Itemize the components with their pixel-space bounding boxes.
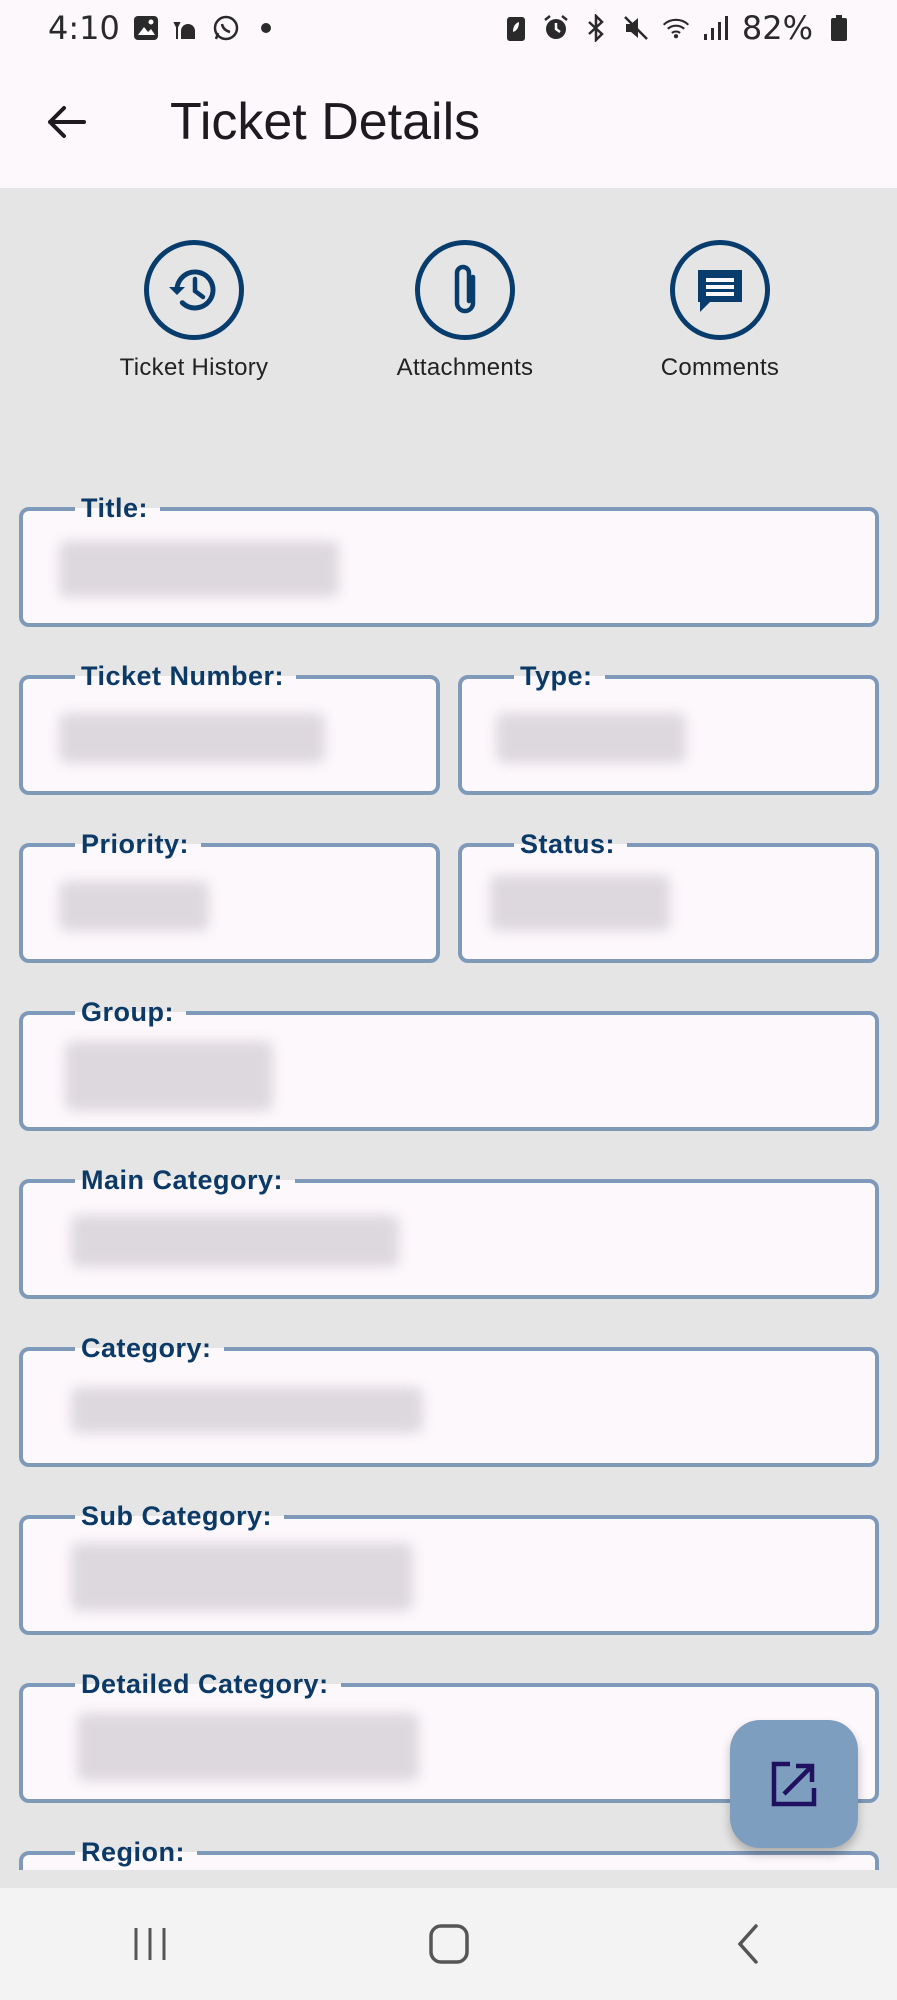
- bluetooth-icon: [582, 14, 610, 42]
- history-icon: [144, 240, 244, 340]
- paperclip-icon: [415, 240, 515, 340]
- home-icon: [428, 1924, 469, 1964]
- open-in-new-icon: [771, 1761, 817, 1807]
- ticket-actions: Ticket History Attachments Comments: [0, 240, 897, 382]
- priority-label: Priority:: [75, 827, 202, 861]
- chevron-left-icon: [737, 1924, 758, 1964]
- title-value-redacted: [59, 541, 339, 597]
- group-field[interactable]: Group:: [19, 995, 879, 1131]
- signal-icon: [702, 14, 730, 42]
- comments-button[interactable]: Comments: [620, 240, 820, 382]
- arrow-left-icon: [48, 106, 86, 138]
- whatsapp-icon: [212, 14, 240, 42]
- sub-category-value-redacted: [71, 1543, 413, 1611]
- mute-icon: [622, 14, 650, 42]
- type-field[interactable]: Type:: [458, 659, 879, 795]
- battery-saver-icon: [502, 14, 530, 42]
- region-field[interactable]: Region:: [19, 1835, 879, 1870]
- main-category-value-redacted: [71, 1215, 399, 1267]
- title-label: Title:: [75, 491, 161, 525]
- status-bar: 4:10 82%: [0, 0, 897, 56]
- ticket-history-button[interactable]: Ticket History: [94, 240, 294, 382]
- type-label: Type:: [514, 659, 605, 693]
- alarm-icon: [542, 14, 570, 42]
- region-label: Region:: [75, 1835, 197, 1869]
- category-label: Category:: [75, 1331, 224, 1365]
- title-field[interactable]: Title:: [19, 491, 879, 627]
- recent-apps-button[interactable]: [115, 1909, 185, 1979]
- mosque-icon: [172, 14, 200, 42]
- gallery-icon: [132, 14, 160, 42]
- attachments-button[interactable]: Attachments: [365, 240, 565, 382]
- group-label: Group:: [75, 995, 186, 1029]
- detailed-category-label: Detailed Category:: [75, 1667, 341, 1701]
- back-button[interactable]: [36, 92, 96, 152]
- battery-percent: 82%: [741, 9, 813, 47]
- status-label: Status:: [514, 827, 628, 861]
- ticket-number-value-redacted: [59, 713, 325, 763]
- system-back-button[interactable]: [713, 1909, 783, 1979]
- main-category-field[interactable]: Main Category:: [19, 1163, 879, 1299]
- category-field[interactable]: Category:: [19, 1331, 879, 1467]
- system-nav-bar: [0, 1888, 897, 2000]
- comment-icon: [670, 240, 770, 340]
- edit-ticket-button[interactable]: [730, 1720, 858, 1848]
- ticket-history-label: Ticket History: [119, 354, 269, 381]
- status-time: 4:10: [48, 9, 120, 47]
- battery-icon: [825, 14, 853, 42]
- page-title: Ticket Details: [170, 93, 481, 151]
- comments-label: Comments: [660, 354, 780, 381]
- main-category-label: Main Category:: [75, 1163, 296, 1197]
- detailed-category-value-redacted: [77, 1713, 419, 1781]
- recents-icon: [134, 1928, 165, 1960]
- notification-dot-icon: [252, 14, 280, 42]
- group-value-redacted: [65, 1041, 273, 1111]
- category-value-redacted: [71, 1387, 423, 1433]
- status-value-redacted: [490, 875, 670, 931]
- ticket-number-field[interactable]: Ticket Number:: [19, 659, 440, 795]
- home-button[interactable]: [414, 1909, 484, 1979]
- app-bar: Ticket Details: [0, 56, 897, 188]
- sub-category-label: Sub Category:: [75, 1499, 285, 1533]
- ticket-number-label: Ticket Number:: [75, 659, 297, 693]
- priority-value-redacted: [59, 881, 209, 931]
- wifi-icon: [662, 14, 690, 42]
- attachments-label: Attachments: [396, 354, 534, 381]
- priority-field[interactable]: Priority:: [19, 827, 440, 963]
- sub-category-field[interactable]: Sub Category:: [19, 1499, 879, 1635]
- type-value-redacted: [496, 713, 686, 763]
- status-field[interactable]: Status:: [458, 827, 879, 963]
